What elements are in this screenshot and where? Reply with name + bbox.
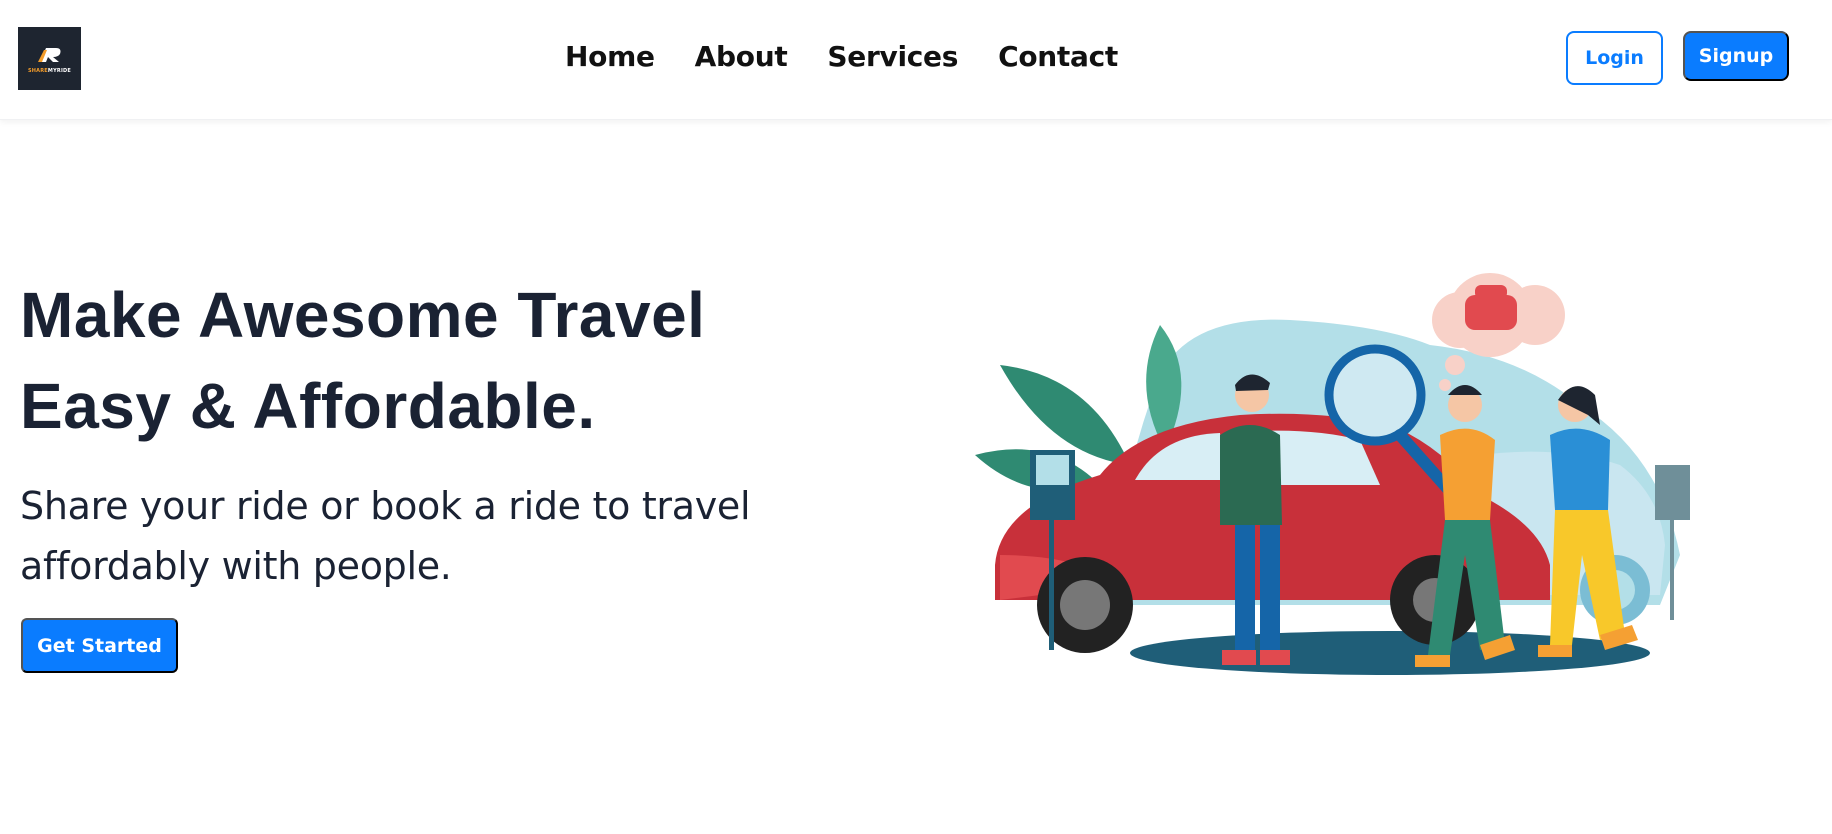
signup-button[interactable]: Signup — [1683, 31, 1789, 81]
hero-subtitle-line2: affordably with people. — [20, 544, 452, 588]
sign-right — [1655, 465, 1690, 520]
brand-logo[interactable]: SHAREMYRIDE — [18, 27, 81, 90]
hero-title-line2: Easy & Affordable. — [20, 370, 596, 442]
ride-sharing-illustration — [975, 273, 1690, 675]
nav-link-contact[interactable]: Contact — [998, 40, 1118, 73]
hero-title: Make Awesome Travel Easy & Affordable. — [20, 270, 820, 452]
login-button[interactable]: Login — [1566, 31, 1663, 85]
logo-wordmark: SHAREMYRIDE — [28, 67, 71, 74]
main-nav: Home About Services Contact — [565, 40, 1118, 73]
magnifier-icon — [1324, 344, 1426, 446]
hero-subtitle: Share your ride or book a ride to travel… — [20, 476, 780, 596]
nav-link-services[interactable]: Services — [827, 40, 958, 73]
hero-subtitle-line1: Share your ride or book a ride to travel — [20, 484, 751, 528]
nav-link-home[interactable]: Home — [565, 40, 655, 73]
hero-title-line1: Make Awesome Travel — [20, 279, 706, 351]
navbar: SHAREMYRIDE Home About Services Contact … — [0, 0, 1832, 120]
logo-icon — [37, 47, 60, 62]
get-started-button[interactable]: Get Started — [21, 618, 178, 673]
nav-link-about[interactable]: About — [695, 40, 788, 73]
